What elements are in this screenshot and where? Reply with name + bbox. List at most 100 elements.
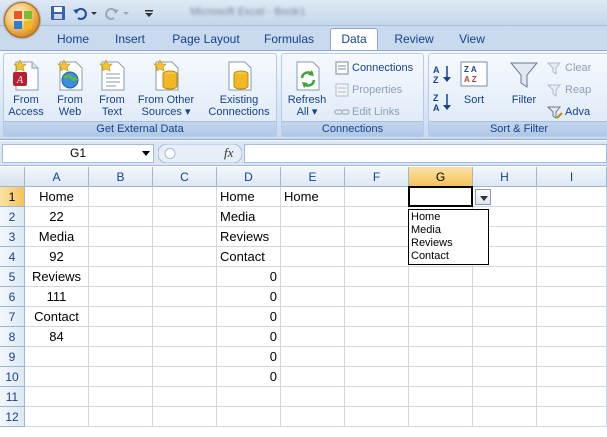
- column-header-e[interactable]: E: [281, 167, 345, 187]
- column-header-c[interactable]: C: [153, 167, 217, 187]
- row-header-7[interactable]: 7: [0, 307, 25, 327]
- cell-b1[interactable]: [89, 187, 153, 207]
- row-header-12[interactable]: 12: [0, 407, 25, 427]
- cell-d8[interactable]: 0: [217, 327, 281, 347]
- cell-b12[interactable]: [89, 407, 153, 427]
- cell-c5[interactable]: [153, 267, 217, 287]
- cell-f4[interactable]: [345, 247, 409, 267]
- refresh-all-button[interactable]: Refresh All ▾: [284, 58, 330, 118]
- cell-f2[interactable]: [345, 207, 409, 227]
- from-web-button[interactable]: From Web: [50, 58, 90, 118]
- undo-dropdown-icon[interactable]: [90, 5, 98, 21]
- cell-h11[interactable]: [473, 387, 537, 407]
- sort-descending-button[interactable]: Z A: [433, 92, 453, 113]
- clear-filter-button[interactable]: Clear: [547, 59, 607, 77]
- cell-i7[interactable]: [537, 307, 607, 327]
- cell-g12[interactable]: [409, 407, 473, 427]
- cell-f3[interactable]: [345, 227, 409, 247]
- tab-view[interactable]: View: [450, 30, 494, 50]
- cell-f1[interactable]: [345, 187, 409, 207]
- column-header-h[interactable]: H: [473, 167, 537, 187]
- cell-b10[interactable]: [89, 367, 153, 387]
- cell-i12[interactable]: [537, 407, 607, 427]
- cell-h10[interactable]: [473, 367, 537, 387]
- cell-c10[interactable]: [153, 367, 217, 387]
- cell-b3[interactable]: [89, 227, 153, 247]
- existing-connections-button[interactable]: Existing Connections: [204, 58, 274, 118]
- sort-ascending-button[interactable]: A Z: [433, 64, 453, 85]
- name-box[interactable]: G1: [2, 144, 154, 163]
- cell-b8[interactable]: [89, 327, 153, 347]
- tab-review[interactable]: Review: [386, 30, 442, 50]
- dropdown-option-media[interactable]: Media: [411, 224, 486, 237]
- cell-d10[interactable]: 0: [217, 367, 281, 387]
- cell-g7[interactable]: [409, 307, 473, 327]
- column-header-g[interactable]: G: [409, 167, 473, 187]
- cell-f9[interactable]: [345, 347, 409, 367]
- cell-b11[interactable]: [89, 387, 153, 407]
- row-header-10[interactable]: 10: [0, 367, 25, 387]
- column-header-a[interactable]: A: [25, 167, 89, 187]
- cell-a4[interactable]: 92: [25, 247, 89, 267]
- cell-e7[interactable]: [281, 307, 345, 327]
- cell-a2[interactable]: 22: [25, 207, 89, 227]
- from-access-button[interactable]: A From Access: [6, 58, 46, 118]
- cell-a12[interactable]: [25, 407, 89, 427]
- cell-f5[interactable]: [345, 267, 409, 287]
- cell-b6[interactable]: [89, 287, 153, 307]
- row-header-9[interactable]: 9: [0, 347, 25, 367]
- from-text-button[interactable]: From Text: [92, 58, 132, 118]
- cell-g8[interactable]: [409, 327, 473, 347]
- tab-formulas[interactable]: Formulas: [256, 30, 322, 50]
- cell-d5[interactable]: 0: [217, 267, 281, 287]
- cell-d3[interactable]: Reviews: [217, 227, 281, 247]
- cell-f10[interactable]: [345, 367, 409, 387]
- cell-a1[interactable]: Home: [25, 187, 89, 207]
- cell-d1[interactable]: Home: [217, 187, 281, 207]
- dropdown-option-home[interactable]: Home: [411, 211, 486, 224]
- cell-i2[interactable]: [537, 207, 607, 227]
- cell-e10[interactable]: [281, 367, 345, 387]
- reapply-button[interactable]: Reap: [547, 81, 607, 99]
- cell-g11[interactable]: [409, 387, 473, 407]
- cell-f12[interactable]: [345, 407, 409, 427]
- tab-page-layout[interactable]: Page Layout: [166, 30, 246, 50]
- cell-e11[interactable]: [281, 387, 345, 407]
- active-cell-g1[interactable]: [408, 186, 473, 207]
- cell-h12[interactable]: [473, 407, 537, 427]
- filter-button[interactable]: Filter: [505, 58, 543, 106]
- cell-a11[interactable]: [25, 387, 89, 407]
- row-header-1[interactable]: 1: [0, 187, 25, 207]
- dropdown-option-reviews[interactable]: Reviews: [411, 237, 486, 250]
- cell-a9[interactable]: [25, 347, 89, 367]
- cell-c12[interactable]: [153, 407, 217, 427]
- cell-i11[interactable]: [537, 387, 607, 407]
- cell-h9[interactable]: [473, 347, 537, 367]
- row-header-11[interactable]: 11: [0, 387, 25, 407]
- connections-button[interactable]: Connections: [334, 59, 422, 77]
- row-header-6[interactable]: 6: [0, 287, 25, 307]
- properties-button[interactable]: Properties: [334, 81, 422, 99]
- cell-e1[interactable]: Home: [281, 187, 345, 207]
- cell-h8[interactable]: [473, 327, 537, 347]
- cell-d9[interactable]: 0: [217, 347, 281, 367]
- cell-f11[interactable]: [345, 387, 409, 407]
- select-all-corner[interactable]: [0, 167, 25, 187]
- cell-c3[interactable]: [153, 227, 217, 247]
- cell-c6[interactable]: [153, 287, 217, 307]
- cell-a6[interactable]: 111: [25, 287, 89, 307]
- cell-h7[interactable]: [473, 307, 537, 327]
- cell-d12[interactable]: [217, 407, 281, 427]
- cell-d11[interactable]: [217, 387, 281, 407]
- cell-i6[interactable]: [537, 287, 607, 307]
- cell-i5[interactable]: [537, 267, 607, 287]
- column-header-i[interactable]: I: [537, 167, 607, 187]
- cell-a7[interactable]: Contact: [25, 307, 89, 327]
- cell-i3[interactable]: [537, 227, 607, 247]
- cell-c2[interactable]: [153, 207, 217, 227]
- cell-e4[interactable]: [281, 247, 345, 267]
- sort-button[interactable]: Z A A Z Sort: [457, 58, 491, 106]
- cell-g6[interactable]: [409, 287, 473, 307]
- edit-links-button[interactable]: Edit Links: [334, 103, 422, 121]
- from-other-sources-button[interactable]: From Other Sources ▾: [134, 58, 198, 118]
